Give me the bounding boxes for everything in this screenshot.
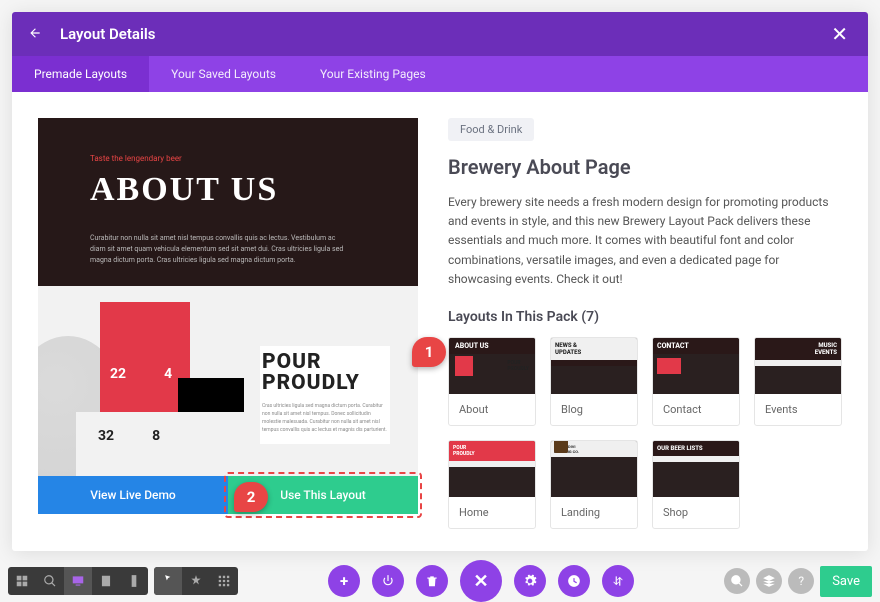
toolbar-center: + ✕: [244, 560, 718, 602]
category-tag[interactable]: Food & Drink: [448, 118, 534, 141]
tablet-icon[interactable]: [92, 567, 120, 595]
stat-4: 8: [152, 428, 160, 460]
preview-heading: ABOUT US: [90, 171, 366, 209]
trash-icon[interactable]: [416, 565, 448, 597]
card-label: Events: [755, 394, 841, 425]
preview-lorem: Curabitur non nulla sit amet nisl tempus…: [90, 233, 350, 267]
details-column: Food & Drink Brewery About Page Every br…: [448, 118, 842, 525]
layout-preview: Taste the lengendary beer ABOUT US Curab…: [38, 118, 418, 476]
desktop-icon[interactable]: [64, 567, 92, 595]
view-live-demo-button[interactable]: View Live Demo: [38, 476, 228, 514]
close-icon[interactable]: ✕: [827, 22, 852, 46]
card-label: Contact: [653, 394, 739, 425]
toolbar-right: ? Save: [724, 566, 872, 597]
stat-1: 22: [110, 366, 126, 382]
bottom-toolbar: + ✕ ? Save: [0, 561, 880, 601]
modal-content: Taste the lengendary beer ABOUT US Curab…: [12, 92, 868, 551]
view-group-1: [8, 567, 148, 595]
pack-title: Layouts In This Pack (7): [448, 309, 842, 325]
card-label: Shop: [653, 497, 739, 528]
save-button[interactable]: Save: [820, 566, 872, 597]
tab-premade-layouts[interactable]: Premade Layouts: [12, 56, 149, 92]
preview-tagline: Taste the lengendary beer: [90, 154, 366, 163]
layout-card-contact[interactable]: CONTACTContact: [652, 337, 740, 426]
card-label: Landing: [551, 497, 637, 528]
layout-card-events[interactable]: MUSICEVENTSEvents: [754, 337, 842, 426]
power-icon[interactable]: [372, 565, 404, 597]
stat-3: 32: [98, 428, 114, 460]
close-builder-button[interactable]: ✕: [460, 560, 502, 602]
pour-heading: POURPROUDLY: [262, 352, 388, 394]
wireframe-icon[interactable]: [8, 567, 36, 595]
card-label: Home: [449, 497, 535, 528]
card-label: About: [449, 394, 535, 425]
annotation-marker-1: 1: [412, 337, 446, 367]
view-group-2: [154, 567, 238, 595]
phone-icon[interactable]: [120, 567, 148, 595]
add-button[interactable]: +: [328, 565, 360, 597]
layouts-grid: ABOUT USAboutNEWS &UPDATESBlogCONTACTCon…: [448, 337, 842, 529]
layout-card-landing[interactable]: ABOUT DIVIBREWING CO.Landing: [550, 440, 638, 529]
preview-actions: View Live Demo Use This Layout: [38, 476, 418, 514]
click-mode-icon[interactable]: [154, 567, 182, 595]
layout-card-blog[interactable]: NEWS &UPDATESBlog: [550, 337, 638, 426]
card-label: Blog: [551, 394, 637, 425]
search-icon[interactable]: [724, 568, 750, 594]
sort-icon[interactable]: [602, 565, 634, 597]
tab-bar: Premade LayoutsYour Saved LayoutsYour Ex…: [12, 56, 868, 92]
layout-card-home[interactable]: POURPROUDLYHome: [448, 440, 536, 529]
history-icon[interactable]: [558, 565, 590, 597]
tab-your-saved-layouts[interactable]: Your Saved Layouts: [149, 56, 298, 92]
annotation-marker-2: 2: [234, 482, 268, 512]
layout-card-shop[interactable]: OUR BEER LISTSShop: [652, 440, 740, 529]
stat-2: 4: [164, 366, 172, 382]
page-title: Brewery About Page: [448, 155, 842, 179]
layout-card-about[interactable]: ABOUT USAbout: [448, 337, 536, 426]
modal-header: Layout Details ✕: [12, 12, 868, 56]
pour-desc: Cras ultricies ligula sed magna dictum p…: [262, 402, 388, 434]
zoom-icon[interactable]: [36, 567, 64, 595]
hover-mode-icon[interactable]: [182, 567, 210, 595]
back-icon[interactable]: [28, 25, 46, 43]
layout-details-modal: Layout Details ✕ Premade LayoutsYour Sav…: [12, 12, 868, 551]
layers-icon[interactable]: [756, 568, 782, 594]
preview-column: Taste the lengendary beer ABOUT US Curab…: [38, 118, 418, 525]
grid-mode-icon[interactable]: [210, 567, 238, 595]
tab-your-existing-pages[interactable]: Your Existing Pages: [298, 56, 448, 92]
help-icon[interactable]: ?: [788, 568, 814, 594]
page-description: Every brewery site needs a fresh modern …: [448, 193, 842, 289]
modal-title: Layout Details: [60, 25, 827, 43]
settings-icon[interactable]: [514, 565, 546, 597]
